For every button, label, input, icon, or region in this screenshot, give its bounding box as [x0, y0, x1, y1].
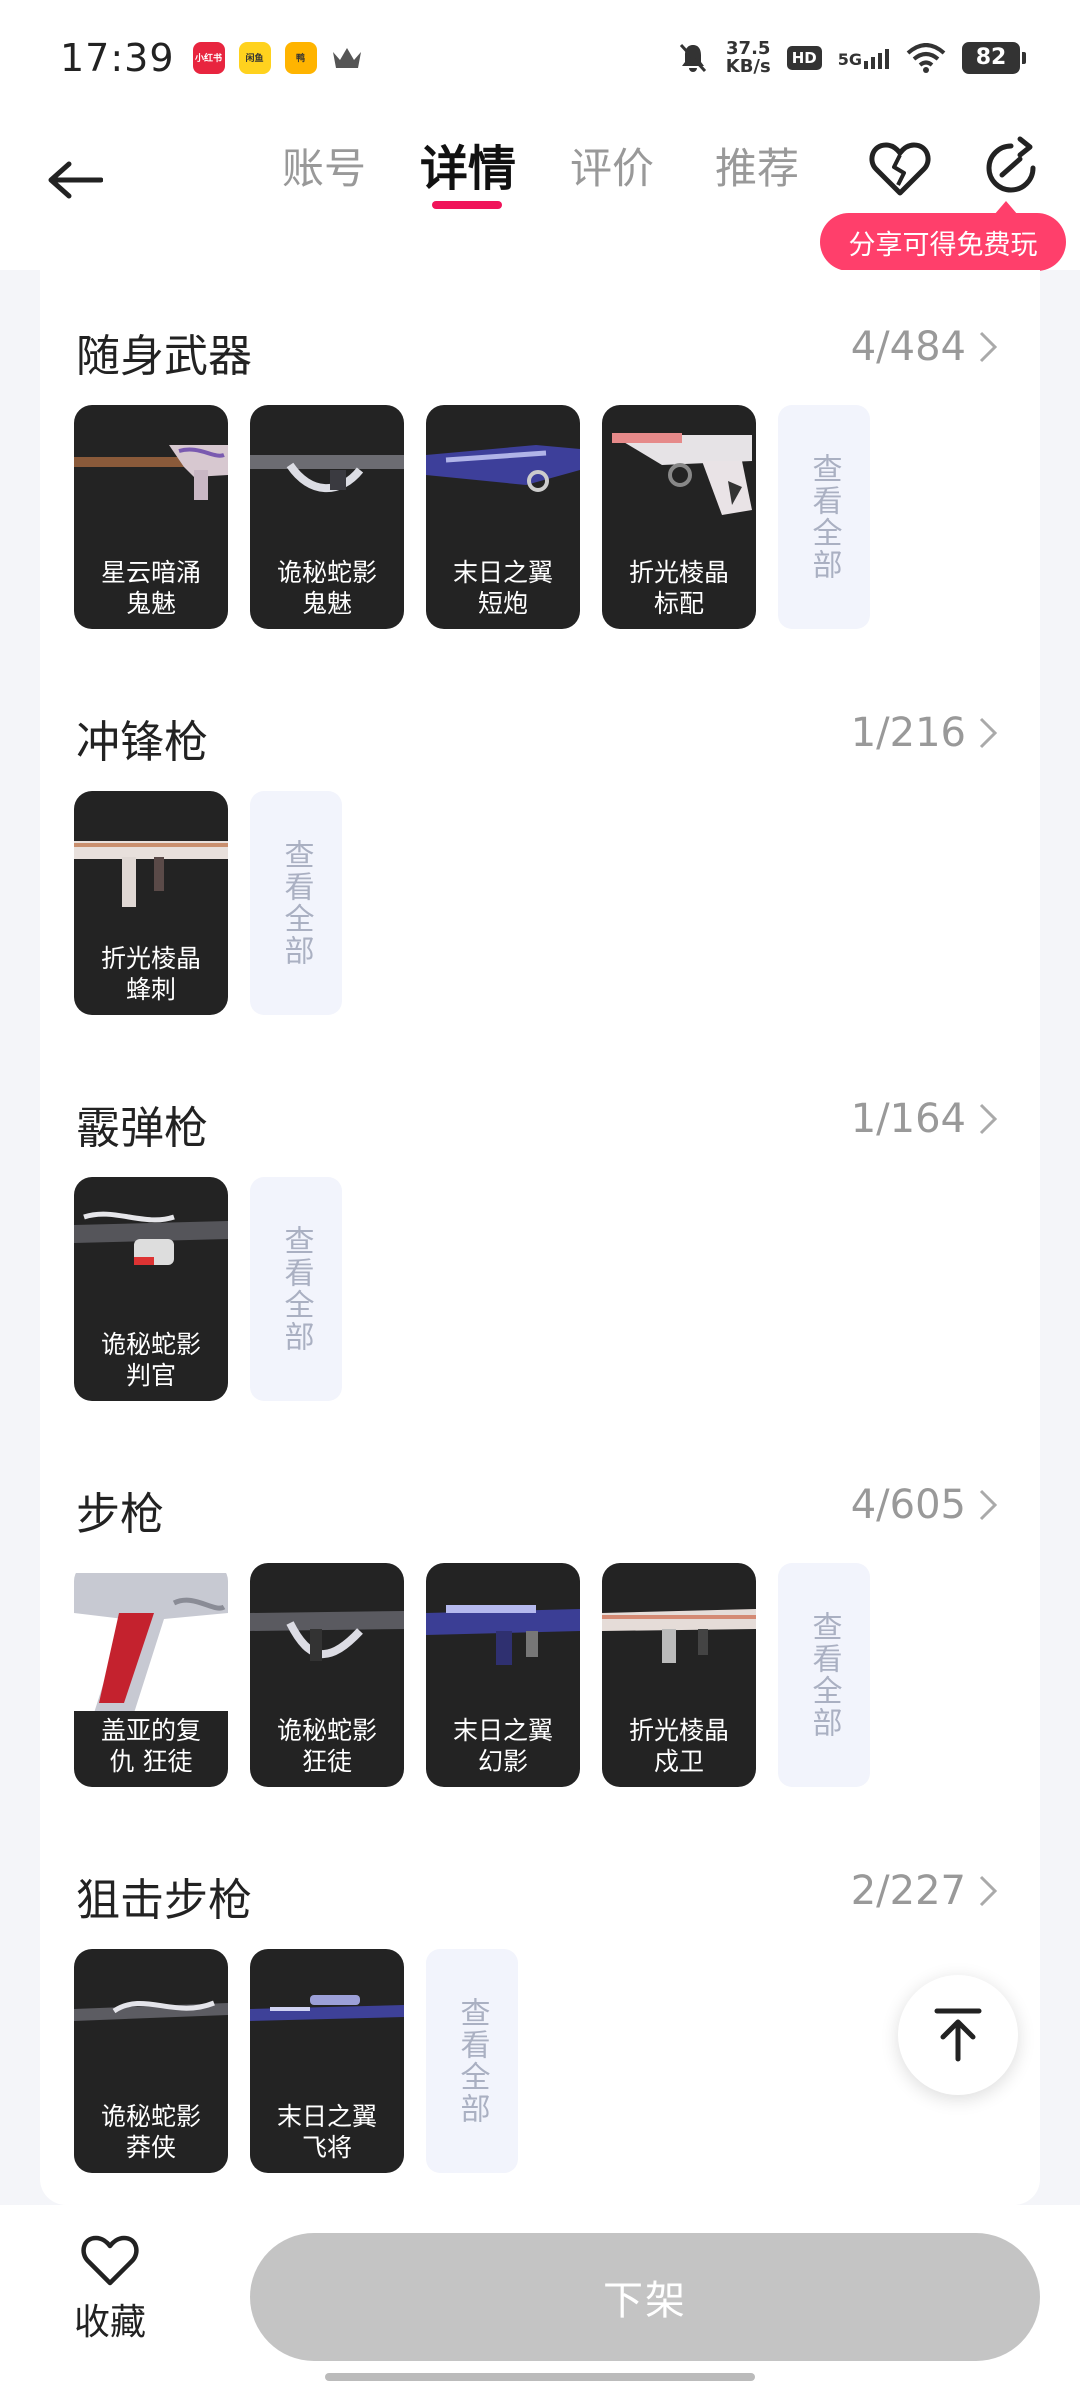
skin-card[interactable]: 诡秘蛇影 莽侠 [74, 1949, 228, 2173]
section-count[interactable]: 4/605 [851, 1482, 998, 1528]
weapon-image [74, 841, 228, 907]
broken-heart-icon[interactable] [868, 137, 932, 201]
section-count[interactable]: 2/227 [851, 1868, 998, 1914]
status-app-icons: 小红书 闲鱼 鸭 [192, 41, 363, 74]
weapon-image [250, 455, 404, 493]
weapon-image [250, 1611, 404, 1661]
favorite-button[interactable]: 收藏 [60, 2233, 160, 2363]
skins-content: 随身武器 4/484 星云暗涌 鬼魅 诡秘蛇影 鬼魅 末日之翼 短炮 折光棱晶 标配 查… [40, 270, 1040, 2205]
chevron-right-icon [979, 717, 998, 749]
skin-card[interactable]: 折光棱晶 标配 [602, 405, 756, 629]
header-nav: 账号 详情 评价 推荐 分享可得免费玩 [0, 115, 1080, 271]
signal-5g-icon: 5G [838, 47, 890, 69]
active-tab-indicator [432, 201, 502, 209]
duck-app-icon: 鸭 [284, 41, 317, 74]
share-tooltip[interactable]: 分享可得免费玩 [820, 201, 1066, 271]
weapon-image [602, 1609, 756, 1663]
section-count[interactable]: 1/216 [851, 710, 998, 756]
battery-icon: 82 [962, 41, 1026, 74]
status-time: 17:39 [60, 35, 175, 80]
skin-card[interactable]: 诡秘蛇影 判官 [74, 1177, 228, 1401]
view-all-button[interactable]: 查看全部 [426, 1949, 518, 2173]
tab-details[interactable]: 详情 [420, 129, 516, 199]
section-count[interactable]: 4/484 [851, 324, 998, 370]
skin-card[interactable]: 诡秘蛇影 鬼魅 [250, 405, 404, 629]
bottom-action-bar: 收藏 下架 [0, 2205, 1080, 2388]
skin-card[interactable]: 星云暗涌 鬼魅 [74, 405, 228, 629]
section-title: 冲锋枪 [76, 717, 208, 768]
skin-card[interactable]: 末日之翼 飞将 [250, 1949, 404, 2173]
section-title: 狙击步枪 [76, 1875, 252, 1926]
xianyu-app-icon: 闲鱼 [238, 41, 271, 74]
section-title: 霰弹枪 [76, 1103, 208, 1154]
skin-card[interactable]: 盖亚的复仇 狂徒 [74, 1563, 228, 1787]
view-all-button[interactable]: 查看全部 [778, 1563, 870, 1787]
tab-account[interactable]: 账号 [282, 135, 366, 196]
weapon-image [74, 445, 228, 500]
view-all-button[interactable]: 查看全部 [778, 405, 870, 629]
weapon-image [74, 2000, 228, 2021]
weapon-image [426, 445, 580, 492]
skin-card[interactable]: 折光棱晶 蜂刺 [74, 791, 228, 1015]
chevron-right-icon [979, 1103, 998, 1135]
back-to-top-button[interactable] [898, 1975, 1018, 2095]
home-indicator[interactable] [325, 2373, 755, 2381]
tab-recommend[interactable]: 推荐 [715, 135, 799, 196]
chevron-right-icon [979, 1875, 998, 1907]
skin-card[interactable]: 折光棱晶 戍卫 [602, 1563, 756, 1787]
section-title: 随身武器 [76, 331, 252, 382]
status-bar: 17:39 小红书 闲鱼 鸭 37.5 KB/s HD 5G 82 [0, 0, 1080, 115]
favorite-label: 收藏 [73, 2302, 146, 2343]
section-title: 步枪 [76, 1489, 164, 1540]
delist-button[interactable]: 下架 [250, 2233, 1040, 2361]
arrow-to-top-icon [934, 2008, 982, 2062]
skin-card[interactable]: 末日之翼 短炮 [426, 405, 580, 629]
view-all-button[interactable]: 查看全部 [250, 791, 342, 1015]
weapon-image [250, 1995, 404, 2021]
crown-icon [332, 47, 361, 68]
weapon-image [426, 1605, 580, 1665]
chevron-right-icon [979, 1489, 998, 1521]
skin-card[interactable]: 诡秘蛇影 狂徒 [250, 1563, 404, 1787]
weapon-image [74, 1563, 228, 1713]
xiaohongshu-app-icon: 小红书 [192, 41, 225, 74]
tab-reviews[interactable]: 评价 [570, 135, 654, 196]
chevron-right-icon [979, 331, 998, 363]
network-speed: 37.5 KB/s [725, 37, 771, 77]
heart-outline-icon [81, 2235, 139, 2286]
wifi-icon [906, 42, 946, 73]
view-all-button[interactable]: 查看全部 [250, 1177, 342, 1401]
mute-bell-icon [679, 43, 706, 72]
weapon-image [74, 1211, 228, 1265]
weapon-image [612, 433, 752, 515]
section-count[interactable]: 1/164 [851, 1096, 998, 1142]
hd-badge: HD [786, 45, 822, 70]
skin-card[interactable]: 末日之翼 幻影 [426, 1563, 580, 1787]
share-refresh-icon[interactable] [978, 135, 1044, 201]
